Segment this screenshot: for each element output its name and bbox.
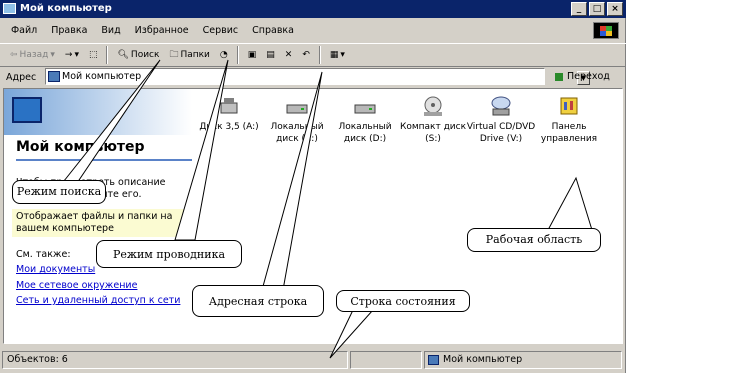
callout-address-bar: Адресная строка (192, 285, 324, 317)
up-folder-icon: ⬚ (88, 50, 98, 60)
views-button[interactable]: ▦ ▾ (326, 45, 349, 65)
item-control-panel[interactable]: Панель управления (534, 95, 604, 145)
windows-logo-icon (593, 22, 619, 39)
folders-label: Папки (180, 50, 210, 60)
toolbar: ⇦ Назад ▾ → ▾ ⬚ 🔍︎ Поиск 🗀︎ Папки ◔ ▣ ▤ … (0, 43, 626, 67)
status-empty-pane (350, 351, 422, 369)
panel-title: Мой компьютер (16, 139, 145, 155)
my-computer-icon (48, 71, 60, 82)
toolbar-separator (106, 46, 109, 64)
status-location: Мой компьютер (424, 351, 622, 369)
forward-button[interactable]: → ▾ (61, 45, 83, 65)
item-label: Локальный диск (D:) (338, 122, 392, 144)
item-label: Панель управления (540, 122, 598, 144)
chevron-down-icon: ▾ (74, 50, 79, 60)
back-button[interactable]: ⇦ Назад ▾ (6, 45, 59, 65)
folders-icon: 🗀︎ (169, 50, 179, 60)
panel-hint: Отображает файлы и папки на вашем компью… (16, 211, 173, 234)
chevron-down-icon: ▾ (50, 50, 55, 60)
copy-to-icon: ▤ (266, 50, 275, 60)
window-title: Мой компьютер (20, 3, 112, 14)
history-icon: ◔ (219, 50, 228, 60)
menu-help[interactable]: Справка (247, 22, 299, 40)
menu-edit[interactable]: Правка (46, 22, 92, 40)
item-label: Компакт диск (S:) (399, 122, 467, 144)
title-divider (16, 159, 192, 161)
menu-bar: Файл Правка Вид Избранное Сервис Справка (0, 22, 626, 40)
callout-search-mode: Режим поиска (12, 180, 106, 204)
virtual-drive-icon (490, 95, 512, 117)
menu-tools[interactable]: Сервис (198, 22, 244, 40)
copy-to-button[interactable]: ▤ (262, 45, 279, 65)
address-bar: Адрес Мой компьютер ▼ Переход (0, 67, 626, 87)
my-computer-icon (3, 3, 16, 14)
cd-drive-icon (422, 95, 444, 117)
control-panel-icon (558, 95, 580, 117)
item-floppy[interactable]: Диск 3,5 (A:) (194, 95, 264, 133)
delete-icon: ✕ (284, 50, 293, 60)
hard-drive-icon (286, 95, 308, 117)
item-label: Локальный диск (C:) (270, 122, 324, 144)
floppy-drive-icon (218, 95, 240, 117)
my-computer-icon (428, 355, 439, 365)
minimize-button[interactable]: _ (571, 2, 587, 16)
title-bar[interactable]: Мой компьютер _ □ × (0, 0, 626, 18)
item-drive-c[interactable]: Локальный диск (C:) (262, 95, 332, 145)
callout-work-area: Рабочая область (467, 228, 601, 252)
search-button[interactable]: 🔍︎ Поиск (113, 45, 163, 65)
arrow-left-icon: ⇦ (10, 50, 18, 60)
history-button[interactable]: ◔ (216, 45, 232, 65)
panel-banner (4, 89, 192, 135)
arrow-right-icon: → (64, 50, 73, 60)
status-count: Объектов: 6 (2, 351, 348, 369)
address-value: Мой компьютер (62, 71, 142, 82)
link-network-connections[interactable]: Сеть и удаленный доступ к сети (16, 295, 186, 307)
search-icon: 🔍︎ (117, 50, 129, 60)
callout-explorer-mode: Режим проводника (96, 240, 242, 268)
link-network-places[interactable]: Мое сетевое окружение (16, 280, 186, 292)
delete-button[interactable]: ✕ (281, 45, 297, 65)
item-label: Диск 3,5 (A:) (199, 122, 259, 132)
item-cd-drive[interactable]: Компакт диск (S:) (398, 95, 468, 145)
go-label: Переход (567, 71, 610, 82)
move-to-button[interactable]: ▣ (244, 45, 261, 65)
item-label: Virtual CD/DVD Drive (V:) (466, 122, 536, 144)
menu-view[interactable]: Вид (96, 22, 125, 40)
toolbar-separator (236, 46, 239, 64)
undo-button[interactable]: ↶ (298, 45, 314, 65)
views-icon: ▦ (329, 50, 339, 60)
move-to-icon: ▣ (247, 50, 257, 60)
item-drive-d[interactable]: Локальный диск (D:) (330, 95, 400, 145)
hard-drive-icon (354, 95, 376, 117)
callout-status-bar: Строка состояния (336, 290, 470, 312)
address-label: Адрес (6, 71, 37, 83)
address-input[interactable]: Мой компьютер ▼ (45, 68, 590, 85)
folders-button[interactable]: 🗀︎ Папки (165, 45, 213, 65)
chevron-down-icon: ▾ (340, 50, 345, 60)
item-virtual-drive[interactable]: Virtual CD/DVD Drive (V:) (466, 95, 536, 145)
toolbar-separator (318, 46, 321, 64)
maximize-button[interactable]: □ (589, 2, 605, 16)
computer-banner-icon (12, 97, 42, 123)
up-folder-button[interactable]: ⬚ (85, 45, 102, 65)
web-view-panel: Мой компьютер Чтобы просмотреть описание… (4, 89, 192, 343)
close-button[interactable]: × (607, 2, 623, 16)
go-button[interactable]: Переход (553, 68, 610, 85)
back-label: Назад (19, 50, 49, 60)
status-location-label: Мой компьютер (443, 354, 523, 365)
menu-favorites[interactable]: Избранное (130, 22, 194, 40)
search-label: Поиск (130, 50, 160, 60)
status-bar: Объектов: 6 Мой компьютер (0, 349, 626, 373)
menu-file[interactable]: Файл (6, 22, 42, 40)
undo-icon: ↶ (302, 50, 310, 60)
